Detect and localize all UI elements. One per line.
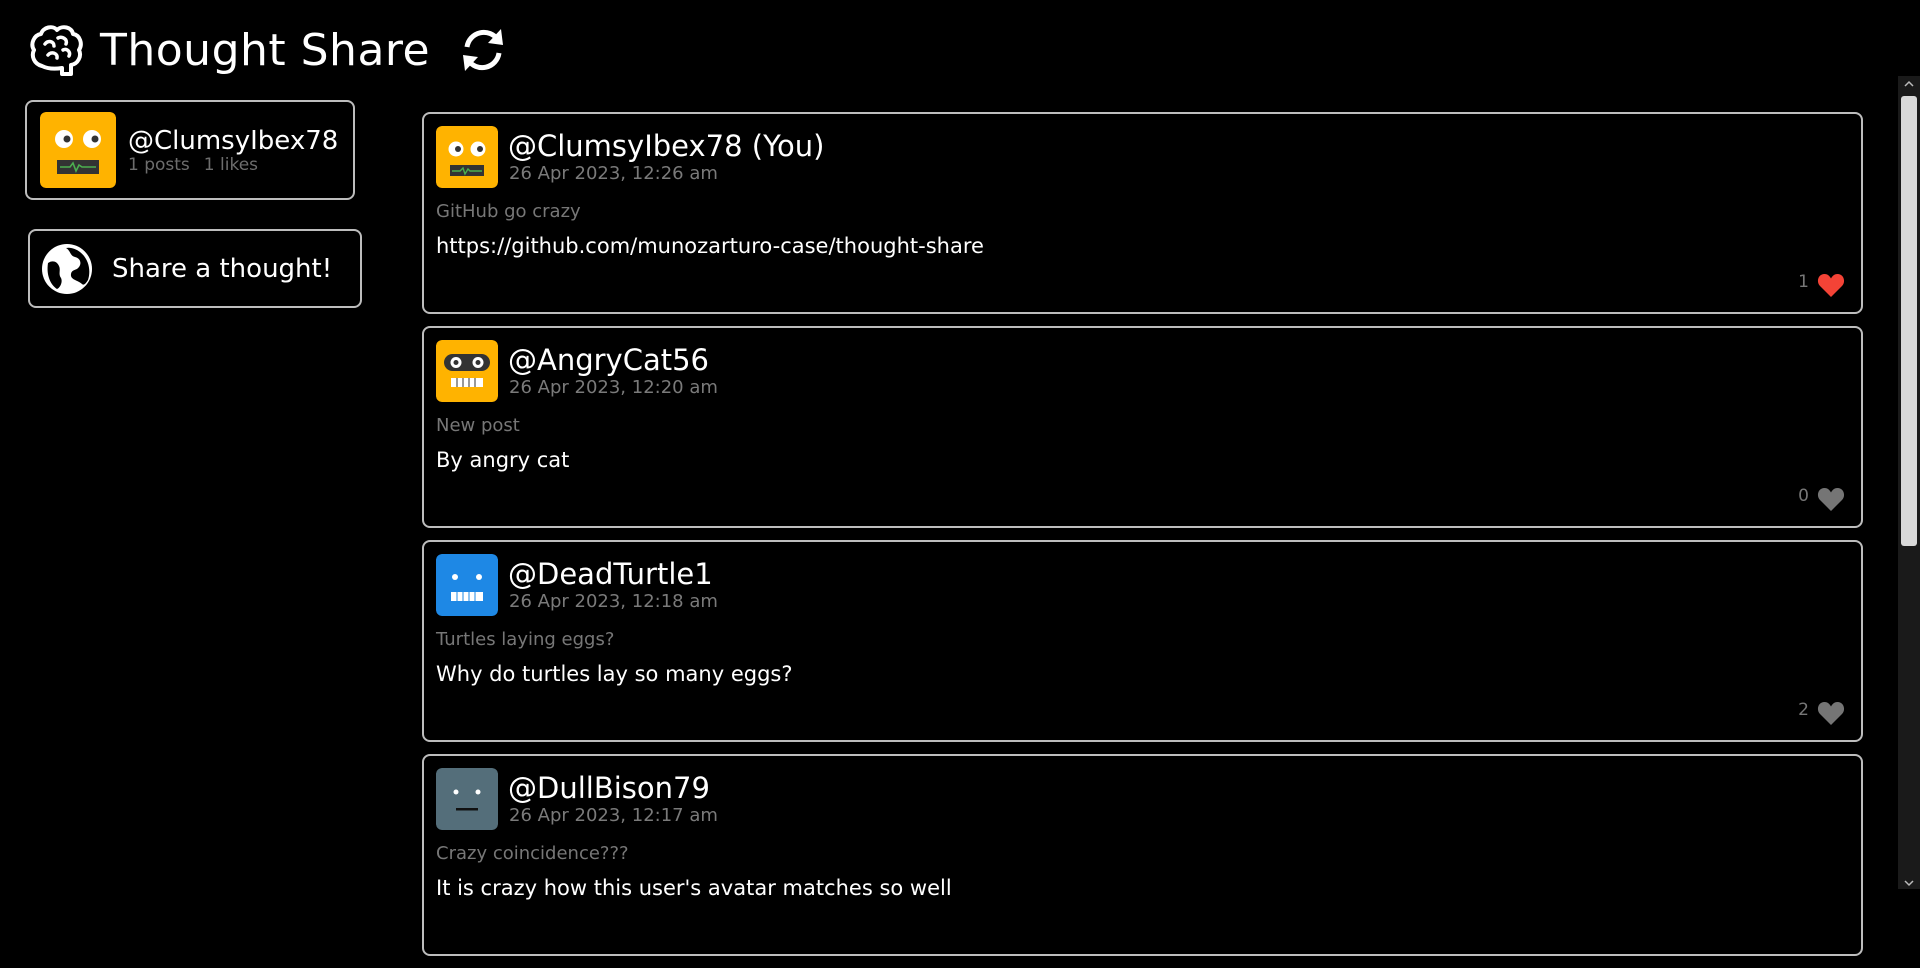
app-header: Thought Share: [28, 18, 510, 82]
post-username[interactable]: @DullBison79: [508, 770, 710, 806]
avatar: [436, 768, 498, 830]
globe-icon: [42, 243, 92, 294]
like-area: 1: [1798, 272, 1845, 298]
scroll-up-icon[interactable]: [1903, 78, 1915, 90]
like-count: 2: [1798, 700, 1809, 720]
post-title: Crazy coincidence???: [436, 843, 629, 864]
heart-icon[interactable]: [1817, 700, 1845, 726]
profile-username: @ClumsyIbex78: [128, 126, 339, 156]
heart-icon[interactable]: [1817, 272, 1845, 298]
avatar: [436, 554, 498, 616]
post-title: GitHub go crazy: [436, 201, 581, 222]
post-body: By angry cat: [436, 448, 570, 472]
avatar: [436, 340, 498, 402]
profile-card[interactable]: @ClumsyIbex78 1 posts 1 likes: [25, 100, 355, 200]
avatar: [40, 112, 116, 188]
avatar: [436, 126, 498, 188]
post-card: @ClumsyIbex78 (You) 26 Apr 2023, 12:26 a…: [422, 112, 1863, 314]
post-username[interactable]: @ClumsyIbex78 (You): [508, 128, 824, 164]
profile-info: @ClumsyIbex78 1 posts 1 likes: [128, 125, 338, 175]
scroll-down-icon[interactable]: [1903, 877, 1915, 889]
post-card: @AngryCat56 26 Apr 2023, 12:20 am New po…: [422, 326, 1863, 528]
post-card: @DullBison79 26 Apr 2023, 12:17 am Crazy…: [422, 754, 1863, 956]
refresh-icon[interactable]: [456, 23, 510, 77]
post-date: 26 Apr 2023, 12:17 am: [509, 805, 718, 826]
post-title: Turtles laying eggs?: [436, 629, 615, 650]
scroll-thumb[interactable]: [1901, 96, 1917, 546]
post-body: https://github.com/munozarturo-case/thou…: [436, 234, 984, 258]
heart-icon[interactable]: [1817, 486, 1845, 512]
like-area: 0: [1798, 486, 1845, 512]
post-username[interactable]: @DeadTurtle1: [508, 556, 713, 592]
profile-like-count: 1 likes: [203, 155, 259, 175]
post-body: Why do turtles lay so many eggs?: [436, 662, 793, 686]
post-username[interactable]: @AngryCat56: [508, 342, 709, 378]
like-area: 2: [1798, 700, 1845, 726]
post-feed: @ClumsyIbex78 (You) 26 Apr 2023, 12:26 a…: [422, 112, 1863, 968]
share-thought-button[interactable]: Share a thought!: [28, 229, 362, 308]
scrollbar[interactable]: [1898, 76, 1920, 889]
post-date: 26 Apr 2023, 12:26 am: [509, 163, 718, 184]
profile-stats: 1 posts 1 likes: [128, 155, 338, 175]
like-count: 1: [1798, 272, 1809, 292]
post-date: 26 Apr 2023, 12:20 am: [509, 377, 718, 398]
like-count: 0: [1798, 486, 1809, 506]
post-title: New post: [436, 415, 520, 436]
post-body: It is crazy how this user's avatar match…: [436, 876, 952, 900]
profile-post-count: 1 posts: [128, 155, 190, 175]
share-button-label: Share a thought!: [112, 253, 333, 284]
post-card: @DeadTurtle1 26 Apr 2023, 12:18 am Turtl…: [422, 540, 1863, 742]
app-title: Thought Share: [100, 24, 431, 76]
brain-icon: [30, 25, 83, 76]
post-date: 26 Apr 2023, 12:18 am: [509, 591, 718, 612]
